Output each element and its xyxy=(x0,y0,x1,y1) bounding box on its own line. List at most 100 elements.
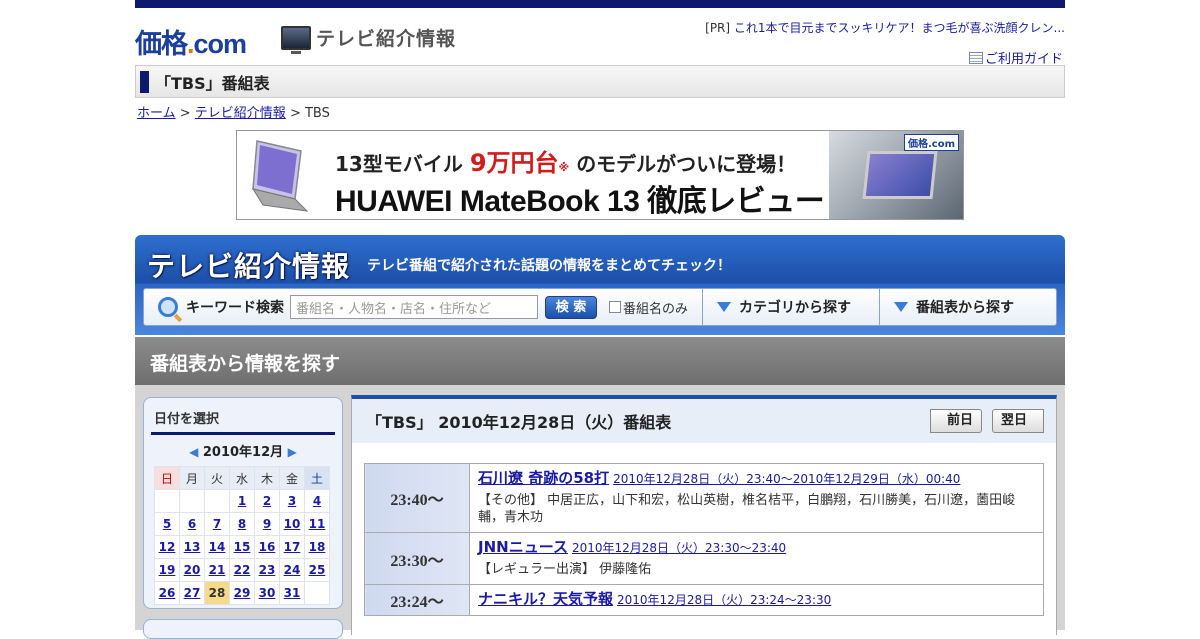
calendar-day-link[interactable]: 9 xyxy=(263,517,271,531)
calendar-day[interactable]: 25 xyxy=(304,558,330,582)
ad-banner[interactable]: 13型モバイル 9万円台※ のモデルがついに登場！ HUAWEI MateBoo… xyxy=(236,130,964,220)
page: 価格.com テレビ紹介情報 [PR] これ1本で目元までスッキリケア！まつ毛が… xyxy=(135,0,1065,639)
guide-link[interactable]: ご利用ガイド xyxy=(968,48,1063,67)
sidebar-box xyxy=(143,619,343,639)
breadcrumb-tv[interactable]: テレビ紹介情報 xyxy=(195,106,286,121)
calendar-day-link[interactable]: 4 xyxy=(313,494,321,508)
calendar-day[interactable]: 5 xyxy=(154,512,180,536)
category-dropdown[interactable]: カテゴリから探す xyxy=(703,297,879,317)
calendar-day[interactable]: 22 xyxy=(229,558,255,582)
program-datetime-link[interactable]: 2010年12月28日（火）23:30～23:40 xyxy=(572,541,786,555)
pr-link[interactable]: これ1本で目元までスッキリケア！まつ毛が喜ぶ洗顔クレン... xyxy=(734,21,1065,35)
calendar-day-link[interactable]: 23 xyxy=(259,563,276,577)
calendar-day-link[interactable]: 22 xyxy=(234,563,251,577)
tv-section-logo[interactable]: テレビ紹介情報 xyxy=(281,24,456,54)
search-input[interactable]: 番組名・人物名・店名・住所など xyxy=(290,295,538,319)
calendar-day-link[interactable]: 31 xyxy=(284,586,301,600)
calendar-day[interactable]: 16 xyxy=(254,535,280,559)
calendar-day-link[interactable]: 19 xyxy=(159,563,176,577)
content-area: 日付を選択 ◀ 2010年12月 ▶ 日月火水木金土 1 2 3 4 5 6 7 8 9 10 11 1… xyxy=(135,385,1065,639)
program-datetime-link[interactable]: 2010年12月28日（火）23:40～2010年12月29日（水）00:40 xyxy=(613,472,960,486)
calendar-day-link[interactable]: 10 xyxy=(284,517,301,531)
program-title-link[interactable]: 石川遼 奇跡の58打 xyxy=(478,469,609,487)
calendar-day-link[interactable]: 5 xyxy=(163,517,171,531)
calendar-day[interactable]: 17 xyxy=(279,535,305,559)
program-cast: 【その他】 中居正広，山下和宏，松山英樹，椎名桔平，白鵬翔，石川勝美，石川遼，薗… xyxy=(478,493,1016,525)
calendar-day[interactable]: 20 xyxy=(179,558,205,582)
title-only-checkbox[interactable]: 番組名のみ xyxy=(609,298,688,317)
calendar-heading: 日付を選択 xyxy=(154,412,220,427)
program-title-link[interactable]: JNNニュース xyxy=(478,538,568,556)
calendar-day[interactable]: 21 xyxy=(204,558,230,582)
ad-headline: 13型モバイル 9万円台※ のモデルがついに登場！ xyxy=(335,149,797,177)
calendar-day[interactable]: 13 xyxy=(179,535,205,559)
calendar-day[interactable]: 9 xyxy=(254,512,280,536)
calendar-day[interactable]: 4 xyxy=(304,489,330,513)
calendar-day-link[interactable]: 25 xyxy=(309,563,326,577)
calendar-day-link[interactable]: 7 xyxy=(213,517,221,531)
calendar-day-link[interactable]: 1 xyxy=(238,494,246,508)
calendar-day-link[interactable]: 16 xyxy=(259,540,276,554)
calendar-day-link[interactable]: 8 xyxy=(238,517,246,531)
prev-month-icon[interactable]: ◀ xyxy=(189,445,198,459)
next-day-button[interactable]: 翌日 xyxy=(991,409,1044,433)
triangle-down-icon xyxy=(717,302,732,312)
program-title-link[interactable]: ナニキル？天気予報 xyxy=(478,590,613,608)
calendar-empty-cell xyxy=(204,489,230,513)
calendar-day-link[interactable]: 13 xyxy=(184,540,201,554)
calendar-day[interactable]: 26 xyxy=(154,581,180,605)
calendar-day[interactable]: 23 xyxy=(254,558,280,582)
calendar-day[interactable]: 30 xyxy=(254,581,280,605)
calendar-day[interactable]: 29 xyxy=(229,581,255,605)
calendar-day[interactable]: 18 xyxy=(304,535,330,559)
calendar-day[interactable]: 27 xyxy=(179,581,205,605)
program-info: JNNニュース 2010年12月28日（火）23:30～23:40 【レギュラー出演… xyxy=(469,532,1044,585)
calendar-day-link[interactable]: 15 xyxy=(234,540,251,554)
calendar-day[interactable]: 7 xyxy=(204,512,230,536)
calendar-day[interactable]: 14 xyxy=(204,535,230,559)
calendar-day[interactable]: 6 xyxy=(179,512,205,536)
kakaku-logo[interactable]: 価格.com xyxy=(135,22,247,61)
calendar-day[interactable]: 3 xyxy=(279,489,305,513)
calendar-day-link[interactable]: 30 xyxy=(259,586,276,600)
calendar-day-link[interactable]: 6 xyxy=(188,517,196,531)
calendar-day[interactable]: 19 xyxy=(154,558,180,582)
calendar-day[interactable]: 1 xyxy=(229,489,255,513)
next-month-icon[interactable]: ▶ xyxy=(288,445,297,459)
calendar-day-link[interactable]: 20 xyxy=(184,563,201,577)
calendar-day-link[interactable]: 29 xyxy=(234,586,251,600)
calendar-day-link[interactable]: 14 xyxy=(209,540,226,554)
calendar-day[interactable]: 31 xyxy=(279,581,305,605)
tv-search-panel: テレビ紹介情報 テレビ番組で紹介された話題の情報をまとめてチェック！ キーワード… xyxy=(135,235,1065,335)
calendar-day-link[interactable]: 2 xyxy=(263,494,271,508)
calendar-day-link[interactable]: 3 xyxy=(288,494,296,508)
calendar-day[interactable]: 24 xyxy=(279,558,305,582)
calendar-empty-cell xyxy=(304,581,330,605)
calendar-day[interactable]: 10 xyxy=(279,512,305,536)
calendar-day[interactable]: 15 xyxy=(229,535,255,559)
page-title-bar: 「TBS」番組表 xyxy=(135,65,1065,98)
calendar-day[interactable]: 11 xyxy=(304,512,330,536)
top-accent-bar xyxy=(135,0,1065,8)
ad-product: HUAWEI MateBook 13 徹底レビュー xyxy=(335,185,825,218)
schedule-header: 「TBS」 2010年12月28日（火）番組表 前日 翌日 xyxy=(352,399,1056,443)
search-icon xyxy=(158,297,178,317)
calendar-day-link[interactable]: 24 xyxy=(284,563,301,577)
panel-title: テレビ紹介情報 xyxy=(147,250,351,283)
prev-day-button[interactable]: 前日 xyxy=(929,409,982,433)
calendar-day-link[interactable]: 26 xyxy=(159,586,176,600)
calendar-day[interactable]: 2 xyxy=(254,489,280,513)
search-button[interactable]: 検 索 xyxy=(545,295,597,319)
calendar-day-link[interactable]: 27 xyxy=(184,586,201,600)
calendar-day-link[interactable]: 11 xyxy=(309,517,326,531)
calendar-day-link[interactable]: 21 xyxy=(209,563,226,577)
breadcrumb-home[interactable]: ホーム xyxy=(137,106,176,121)
calendar-day[interactable]: 12 xyxy=(154,535,180,559)
schedule-dropdown[interactable]: 番組表から探す xyxy=(880,297,1056,317)
checkbox[interactable] xyxy=(609,301,621,313)
calendar-day-link[interactable]: 17 xyxy=(284,540,301,554)
calendar-day-link[interactable]: 18 xyxy=(309,540,326,554)
calendar-day[interactable]: 8 xyxy=(229,512,255,536)
program-datetime-link[interactable]: 2010年12月28日（火）23:24～23:30 xyxy=(617,593,831,607)
calendar-day-link[interactable]: 12 xyxy=(159,540,176,554)
